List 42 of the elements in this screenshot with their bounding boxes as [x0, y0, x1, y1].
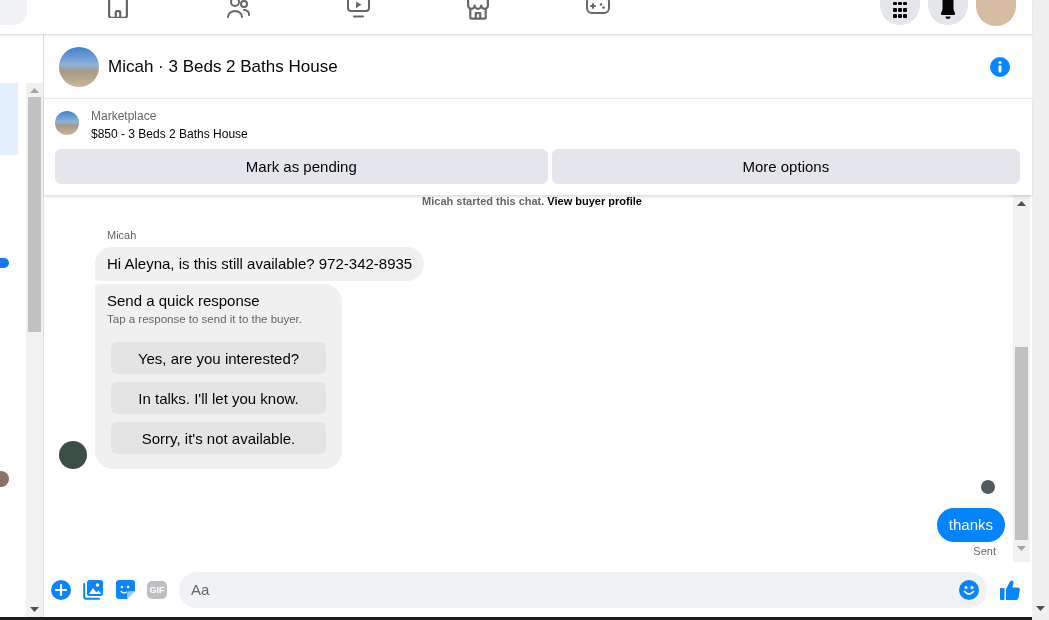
action-button[interactable]: Mark as pending	[55, 149, 548, 184]
buyer-profile-link[interactable]: View buyer profile	[547, 195, 642, 207]
quick-response-subtitle: Tap a response to send it to the buyer.	[107, 312, 303, 327]
scrollbar[interactable]	[1013, 195, 1030, 562]
grid-icon	[893, 2, 907, 18]
message-bubble: Hi Aleyna, is this still available? 972-342-8935	[95, 247, 425, 281]
scroll-down-icon[interactable]	[30, 607, 39, 612]
photo-placeholder	[59, 46, 99, 87]
sender-name: Micah	[106, 229, 137, 241]
message-status: Sent	[973, 544, 996, 558]
store-icon[interactable]	[467, 0, 489, 20]
quick-response-button[interactable]: Sorry, it's not available.	[111, 422, 326, 454]
quick-response-button[interactable]: In talks. I'll let you know.	[111, 382, 326, 414]
bell-icon	[940, 0, 956, 20]
listing-title: $850 - 3 Beds 2 Baths House	[91, 126, 248, 143]
message-bubble: thanks	[936, 508, 1005, 542]
chat-start-notice: Micah started this chat.	[422, 195, 545, 207]
scrollbar-thumb[interactable]	[1015, 347, 1028, 540]
menu-button[interactable]	[880, 0, 920, 25]
chat-title: Micah · 3 Beds 2 Baths House	[108, 56, 339, 77]
info-icon[interactable]	[990, 56, 1010, 77]
emoji-icon[interactable]	[959, 579, 979, 600]
home-icon[interactable]	[108, 0, 128, 18]
scroll-up-icon[interactable]	[1017, 201, 1026, 206]
plus-icon[interactable]	[51, 579, 71, 600]
sticker-icon[interactable]	[115, 580, 135, 599]
message-field[interactable]: Aa	[179, 571, 987, 608]
quick-response-button[interactable]: Yes, are you interested?	[111, 342, 326, 374]
scroll-down-icon[interactable]	[1036, 606, 1045, 611]
video-icon[interactable]	[346, 0, 370, 18]
photo-placeholder	[55, 111, 79, 135]
action-button[interactable]: More options	[551, 149, 1020, 184]
gamepad-icon[interactable]	[586, 0, 610, 15]
thumbs-up-icon[interactable]	[1000, 579, 1020, 600]
scrollbar[interactable]	[26, 83, 43, 617]
listing-source: Marketplace	[91, 108, 158, 125]
photo-icon[interactable]	[83, 579, 103, 600]
people-icon[interactable]	[226, 0, 250, 18]
notifications-button[interactable]	[928, 0, 968, 25]
scrollbar-thumb[interactable]	[28, 97, 41, 332]
avatar	[59, 441, 87, 469]
quick-response-title: Send a quick response	[107, 292, 261, 310]
